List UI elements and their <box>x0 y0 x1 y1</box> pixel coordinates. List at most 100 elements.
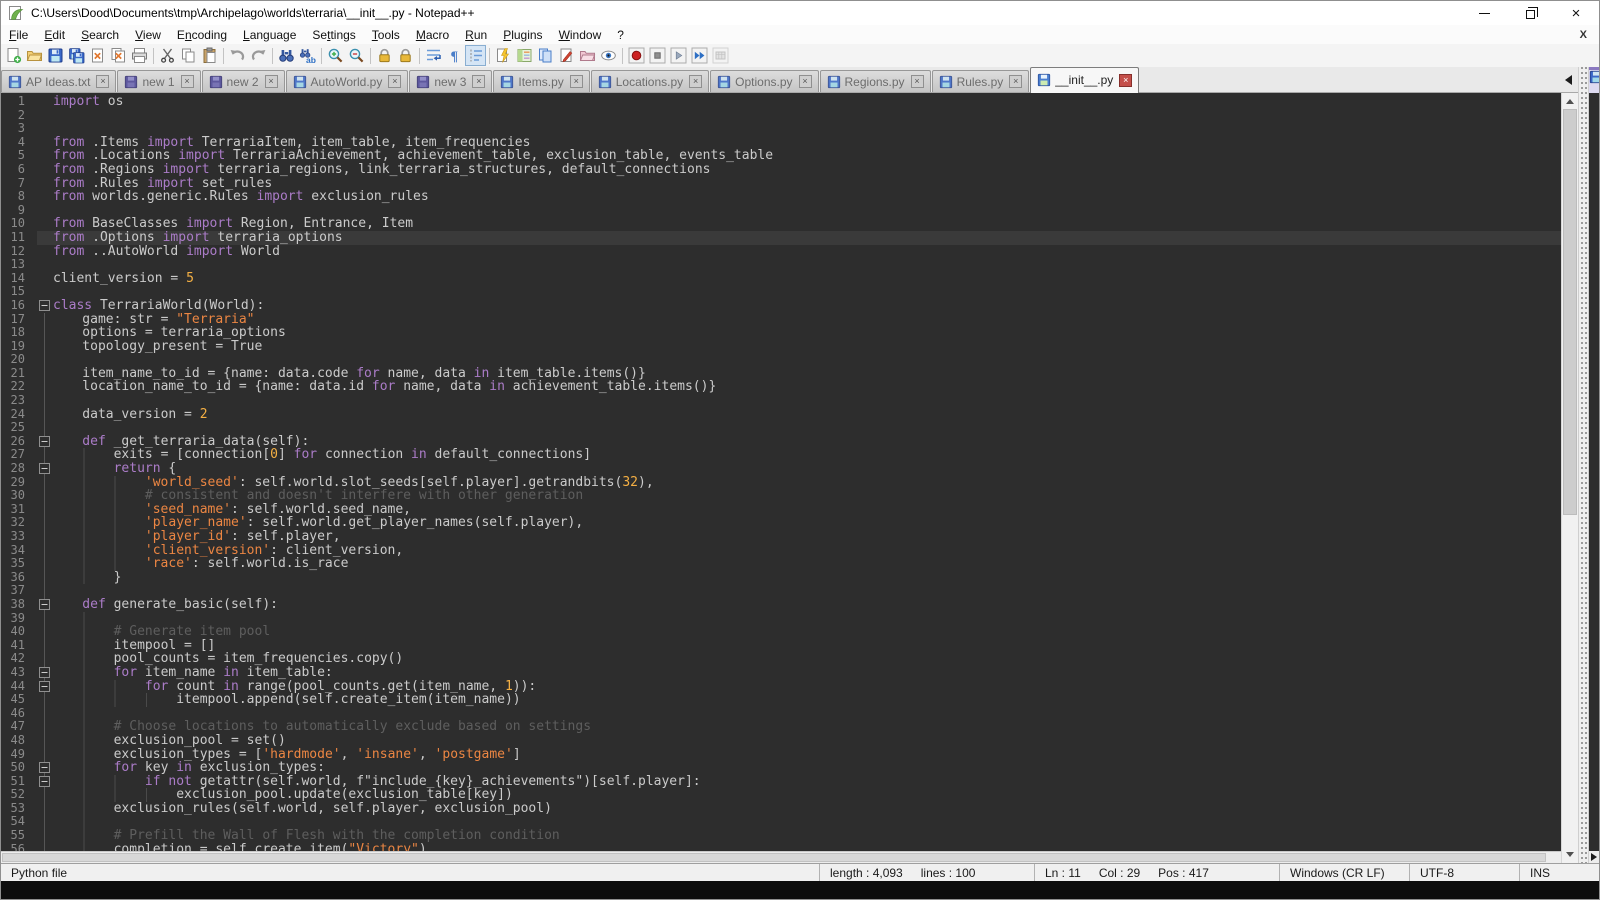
fold-margin[interactable] <box>37 598 53 612</box>
view-splitter[interactable] <box>1578 67 1589 863</box>
word-wrap-button[interactable] <box>423 45 444 66</box>
macro-record-button[interactable] <box>626 45 647 66</box>
menu-tools[interactable]: Tools <box>364 26 408 44</box>
fold-margin[interactable] <box>37 435 53 449</box>
new-file-button[interactable] <box>3 45 24 66</box>
macro-play-button[interactable] <box>668 45 689 66</box>
close-file-button[interactable] <box>87 45 108 66</box>
fold-collapse-icon[interactable] <box>39 667 50 678</box>
code-editor[interactable]: 1import os234from .Items import Terraria… <box>1 93 1561 851</box>
fold-margin[interactable] <box>37 666 53 680</box>
document-map-button[interactable] <box>514 45 535 66</box>
tab-close-button[interactable]: × <box>911 75 924 88</box>
menu-encoding[interactable]: Encoding <box>169 26 235 44</box>
document-close-button[interactable]: X <box>1580 29 1587 41</box>
fold-collapse-icon[interactable] <box>39 681 50 692</box>
horizontal-scroll-thumb[interactable] <box>2 853 1546 862</box>
zoom-in-button[interactable] <box>325 45 346 66</box>
menu-view[interactable]: View <box>127 26 169 44</box>
fold-collapse-icon[interactable] <box>39 463 50 474</box>
save-all-button[interactable] <box>66 45 87 66</box>
status-eol-section[interactable]: Windows (CR LF) <box>1279 864 1409 881</box>
find-button[interactable] <box>276 45 297 66</box>
show-all-characters-button[interactable]: ¶ <box>444 45 465 66</box>
tab-close-button[interactable]: × <box>181 75 194 88</box>
user-defined-language-button[interactable] <box>556 45 577 66</box>
menu-run[interactable]: Run <box>457 26 495 44</box>
macro-save-button[interactable] <box>710 45 731 66</box>
fold-collapse-icon[interactable] <box>39 599 50 610</box>
tab-close-button[interactable]: × <box>1119 74 1132 87</box>
tab-init-py[interactable]: __init__.py× <box>1030 67 1139 93</box>
fold-margin[interactable] <box>37 462 53 476</box>
replace-button[interactable]: ab <box>297 45 318 66</box>
fold-margin[interactable] <box>37 761 53 775</box>
cut-button[interactable] <box>157 45 178 66</box>
tab-close-button[interactable]: × <box>388 75 401 88</box>
fold-margin[interactable] <box>37 775 53 789</box>
open-file-button[interactable] <box>24 45 45 66</box>
tab-close-button[interactable]: × <box>689 75 702 88</box>
tab-scroll-left-button[interactable] <box>1560 75 1572 85</box>
tab-items-py[interactable]: Items.py× <box>493 70 589 92</box>
menu-plugins[interactable]: Plugins <box>495 26 550 44</box>
tab-options-py[interactable]: Options.py× <box>710 70 818 92</box>
tab-rules-py[interactable]: Rules.py× <box>932 70 1030 92</box>
vertical-scroll-track[interactable] <box>1562 109 1578 847</box>
menu-?[interactable]: ? <box>609 26 632 44</box>
fold-margin[interactable] <box>37 680 53 694</box>
close-all-files-button[interactable] <box>108 45 129 66</box>
tab-close-button[interactable]: × <box>799 75 812 88</box>
menu-search[interactable]: Search <box>73 26 127 44</box>
scroll-up-button[interactable] <box>1562 93 1578 109</box>
tab-locations-py[interactable]: Locations.py× <box>591 70 709 92</box>
save-button[interactable] <box>45 45 66 66</box>
vertical-scroll-thumb[interactable] <box>1563 109 1577 515</box>
tab-close-button[interactable]: × <box>570 75 583 88</box>
menu-window[interactable]: Window <box>551 26 610 44</box>
minimize-button[interactable] <box>1461 1 1507 25</box>
vertical-scrollbar[interactable] <box>1561 93 1578 863</box>
tab-new-1[interactable]: new 1× <box>117 70 200 92</box>
menu-language[interactable]: Language <box>235 26 304 44</box>
sync-scroll-vertical-button[interactable] <box>374 45 395 66</box>
menu-macro[interactable]: Macro <box>408 26 457 44</box>
copy-button[interactable] <box>178 45 199 66</box>
second-view-editor[interactable] <box>1589 93 1599 851</box>
print-button[interactable] <box>129 45 150 66</box>
second-view-tab-fragment[interactable] <box>1589 67 1599 93</box>
tab-close-button[interactable]: × <box>96 75 109 88</box>
menu-edit[interactable]: Edit <box>36 26 73 44</box>
zoom-out-button[interactable] <box>346 45 367 66</box>
second-view-scroll[interactable] <box>1589 851 1599 863</box>
fold-collapse-icon[interactable] <box>39 436 50 447</box>
restore-button[interactable] <box>1507 1 1553 25</box>
tab-ap-ideas-txt[interactable]: AP Ideas.txt× <box>1 70 116 92</box>
document-list-button[interactable] <box>535 45 556 66</box>
redo-button[interactable] <box>248 45 269 66</box>
horizontal-scrollbar[interactable] <box>1 851 1561 863</box>
fold-collapse-icon[interactable] <box>39 300 50 311</box>
macro-run-multiple-button[interactable] <box>689 45 710 66</box>
fold-collapse-icon[interactable] <box>39 762 50 773</box>
fold-collapse-icon[interactable] <box>39 776 50 787</box>
tab-close-button[interactable]: × <box>1009 75 1022 88</box>
folder-as-workspace-button[interactable] <box>577 45 598 66</box>
tab-regions-py[interactable]: Regions.py× <box>820 70 931 92</box>
function-list-button[interactable] <box>493 45 514 66</box>
menu-settings[interactable]: Settings <box>304 26 363 44</box>
tab-close-button[interactable]: × <box>472 75 485 88</box>
close-button[interactable]: × <box>1553 1 1599 25</box>
scroll-down-button[interactable] <box>1562 847 1578 863</box>
file-monitoring-button[interactable] <box>598 45 619 66</box>
tab-close-button[interactable]: × <box>265 75 278 88</box>
undo-button[interactable] <box>227 45 248 66</box>
fold-margin[interactable] <box>37 299 53 313</box>
paste-button[interactable] <box>199 45 220 66</box>
status-encoding-section[interactable]: UTF-8 <box>1409 864 1519 881</box>
sync-scroll-horizontal-button[interactable] <box>395 45 416 66</box>
macro-stop-button[interactable] <box>647 45 668 66</box>
status-insert-mode[interactable]: INS <box>1519 864 1599 881</box>
tab-new-3[interactable]: new 3× <box>409 70 492 92</box>
menu-file[interactable]: File <box>1 26 36 44</box>
